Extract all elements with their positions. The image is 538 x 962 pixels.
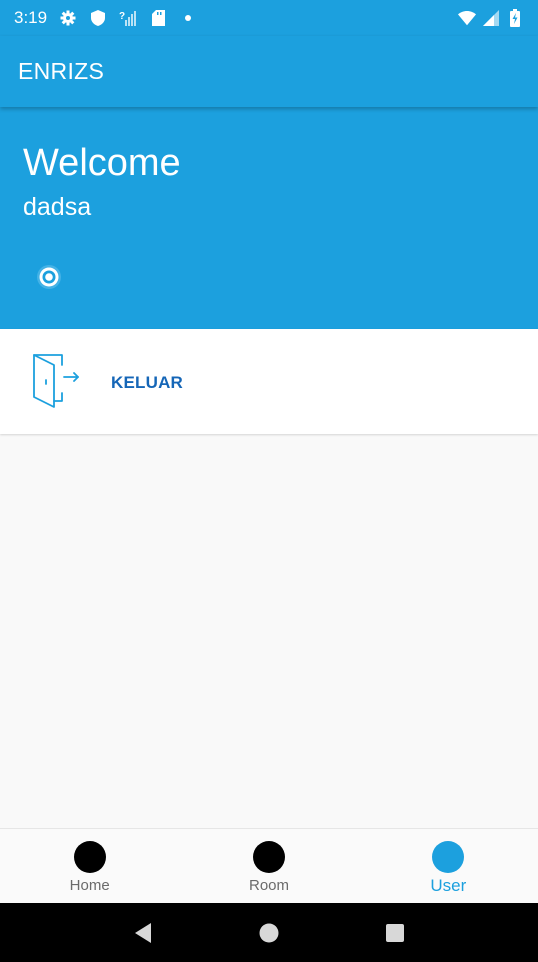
logout-door-icon — [32, 353, 82, 409]
bottom-navigation: Home Room User — [0, 828, 538, 903]
nav-home[interactable]: Home — [0, 829, 179, 903]
nav-room-label: Room — [248, 877, 289, 894]
battery-icon — [506, 9, 524, 27]
user-header-panel: Welcome dadsa — [0, 107, 538, 329]
wifi-icon — [458, 9, 476, 27]
signal-unknown-icon: ? — [119, 9, 137, 27]
home-icon — [73, 841, 106, 873]
cell-signal-icon — [482, 9, 500, 27]
recents-square-icon — [386, 923, 404, 942]
status-right — [458, 9, 524, 27]
status-left: 3:19 ? — [14, 8, 197, 28]
username: dadsa — [23, 193, 92, 221]
user-icon — [432, 841, 465, 873]
nav-room[interactable]: Room — [179, 829, 358, 903]
system-navigation-bar — [0, 903, 538, 962]
svg-text:?: ? — [119, 11, 125, 22]
home-button[interactable] — [249, 913, 289, 953]
status-bar: 3:19 ? — [0, 0, 538, 36]
nav-user-label: User — [430, 876, 467, 895]
room-icon — [252, 841, 285, 873]
logout-menu-item[interactable]: KELUAR — [0, 329, 538, 434]
app-bar: ENRIZS — [0, 36, 538, 107]
shield-icon — [89, 9, 107, 27]
recents-button[interactable] — [375, 913, 415, 953]
sd-card-icon — [149, 9, 167, 27]
nav-user[interactable]: User — [359, 829, 538, 903]
dot-icon — [179, 9, 197, 27]
back-triangle-icon — [135, 922, 151, 943]
logout-label: KELUAR — [111, 373, 184, 392]
avatar — [36, 264, 62, 290]
home-circle-icon — [259, 923, 279, 942]
back-button[interactable] — [123, 913, 163, 953]
status-time: 3:19 — [14, 8, 48, 27]
app-title: ENRIZS — [18, 58, 105, 84]
nav-home-label: Home — [69, 877, 110, 894]
welcome-title: Welcome — [23, 142, 181, 184]
screen: 3:19 ? ENRIZS Welcome dadsa KELUAR Home … — [0, 0, 538, 962]
avatar-ring-icon — [37, 265, 61, 289]
gear-icon — [59, 9, 77, 27]
